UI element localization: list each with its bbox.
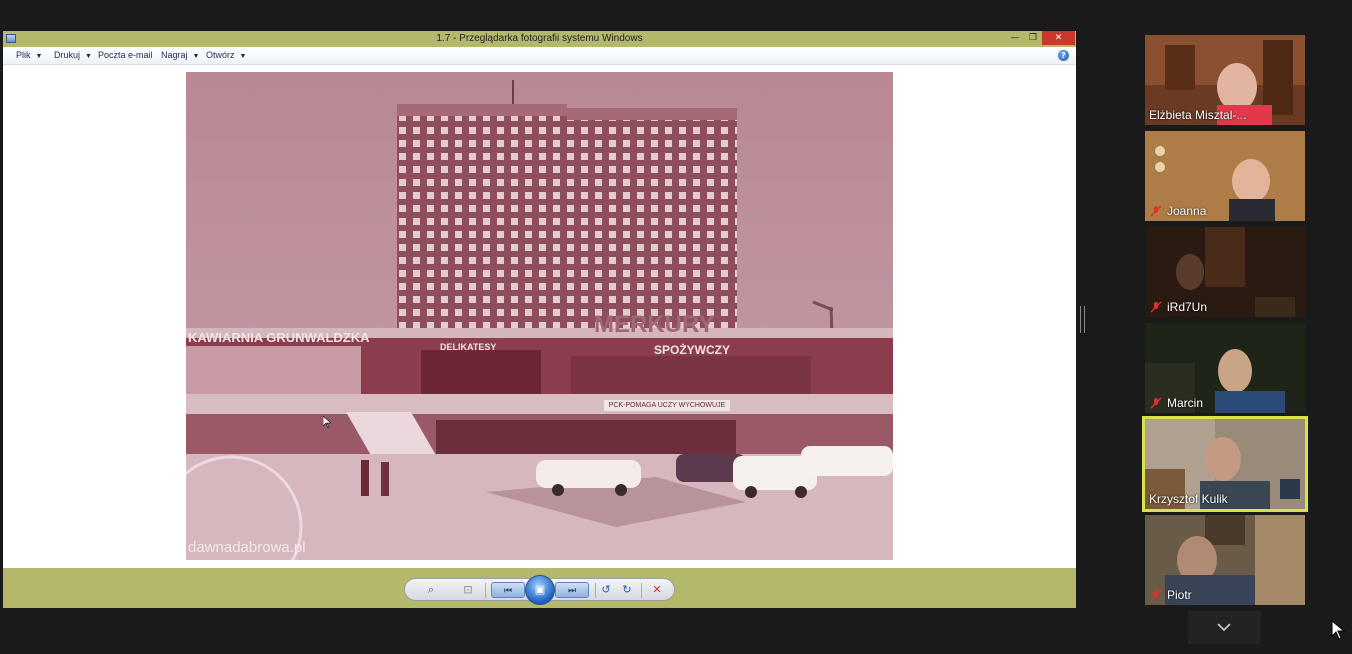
participant-tile-elzbieta[interactable]: Elżbieta Misztal-...	[1145, 35, 1305, 125]
participant-name: Piotr	[1167, 588, 1192, 602]
mouse-cursor-icon	[1331, 620, 1345, 640]
photo-viewer-window: 1.7 - Przeglądarka fotografii systemu Wi…	[3, 31, 1076, 608]
dropdown-arrow-icon: ▼	[239, 53, 247, 60]
participant-name: iRd7Un	[1167, 300, 1208, 314]
menu-label: Plik	[16, 50, 31, 60]
muted-microphone-icon	[1150, 205, 1162, 217]
separator	[595, 583, 596, 598]
window-title: 1.7 - Przeglądarka fotografii systemu Wi…	[436, 33, 643, 44]
menu-nagraj[interactable]: Nagraj ▼	[161, 50, 199, 60]
chevron-down-icon	[1217, 623, 1231, 632]
playback-controls: ⌕ ⊡ ⏮ ▣ ⏭ ↺ ↻ ✕	[404, 575, 675, 605]
sign-delikatesy: DELIKATESY	[440, 342, 496, 352]
image-viewport: KAWIARNIA GRUNWALDZKA DELIKATESY SPOŻYWC…	[3, 66, 1076, 568]
dropdown-arrow-icon: ▼	[35, 53, 43, 60]
screen: 1.7 - Przeglądarka fotografii systemu Wi…	[0, 0, 1352, 654]
separator	[485, 583, 486, 598]
participant-name: Elżbieta Misztal-...	[1149, 108, 1247, 122]
participant-tile-piotr[interactable]: Piotr	[1145, 515, 1305, 605]
muted-microphone-icon	[1150, 301, 1162, 313]
participant-tile-marcin[interactable]: Marcin	[1145, 323, 1305, 413]
split-view-handle[interactable]	[1080, 306, 1085, 333]
separator	[641, 583, 642, 598]
menu-bar: Plik ▼ Drukuj ▼ Poczta e-mail Nagraj ▼ Otwó…	[3, 47, 1076, 65]
gallery-scroll-down-button[interactable]	[1188, 611, 1261, 644]
rotate-right-icon[interactable]: ↻	[619, 582, 635, 598]
dropdown-arrow-icon: ▼	[192, 53, 200, 60]
title-bar[interactable]: 1.7 - Przeglądarka fotografii systemu Wi…	[3, 31, 1076, 47]
dropdown-arrow-icon: ▼	[85, 53, 92, 60]
participant-tile-krzysztof-active-speaker[interactable]: Krzysztof Kulik	[1142, 416, 1308, 512]
rotate-left-icon[interactable]: ↺	[598, 582, 614, 598]
zoom-icon[interactable]: ⌕	[419, 582, 443, 598]
mouse-pointer-icon	[323, 416, 331, 428]
sign-spozywczy: SPOŻYWCZY	[654, 342, 730, 357]
previous-button[interactable]: ⏮	[491, 582, 525, 598]
sign-merkury: MERKURY	[594, 311, 714, 338]
delete-icon[interactable]: ✕	[649, 582, 665, 598]
help-icon[interactable]: ?	[1058, 50, 1069, 61]
close-button[interactable]: ✕	[1042, 31, 1075, 45]
menu-label: Drukuj	[54, 50, 81, 60]
photo-scene: KAWIARNIA GRUNWALDZKA DELIKATESY SPOŻYWC…	[186, 72, 893, 560]
photo-watermark: dawnadabrowa.pl	[188, 539, 306, 556]
maximize-button[interactable]: ❐	[1023, 31, 1043, 45]
menu-label: Nagraj	[161, 50, 188, 60]
participant-name: Marcin	[1167, 396, 1204, 410]
menu-drukuj[interactable]: Drukuj ▼	[54, 50, 92, 60]
menu-label: Otwórz	[206, 50, 235, 60]
muted-microphone-icon	[1150, 397, 1162, 409]
sign-kawiarnia: KAWIARNIA GRUNWALDZKA	[188, 330, 370, 345]
displayed-photo: KAWIARNIA GRUNWALDZKA DELIKATESY SPOŻYWC…	[186, 72, 893, 560]
participant-name: Joanna	[1167, 204, 1207, 218]
menu-plik[interactable]: Plik ▼	[16, 50, 42, 60]
menu-otworz[interactable]: Otwórz ▼	[206, 50, 246, 60]
participant-tile-joanna[interactable]: Joanna	[1145, 131, 1305, 221]
sign-pck: PCK-POMAGA UCZY WYCHOWUJE	[604, 400, 730, 411]
menu-label: Poczta e-mail	[98, 50, 153, 60]
participant-name: Krzysztof Kulik	[1149, 492, 1228, 506]
slideshow-button[interactable]: ▣	[525, 575, 555, 605]
muted-microphone-icon	[1150, 589, 1162, 601]
next-button[interactable]: ⏭	[555, 582, 589, 598]
menu-poczta-email[interactable]: Poczta e-mail	[98, 50, 153, 60]
minimize-button[interactable]: —	[1005, 31, 1025, 45]
actual-size-icon[interactable]: ⊡	[459, 582, 477, 598]
bottom-toolbar: ⌕ ⊡ ⏮ ▣ ⏭ ↺ ↻ ✕	[3, 568, 1076, 608]
participant-tile-ird7un[interactable]: iRd7Un	[1145, 227, 1305, 317]
